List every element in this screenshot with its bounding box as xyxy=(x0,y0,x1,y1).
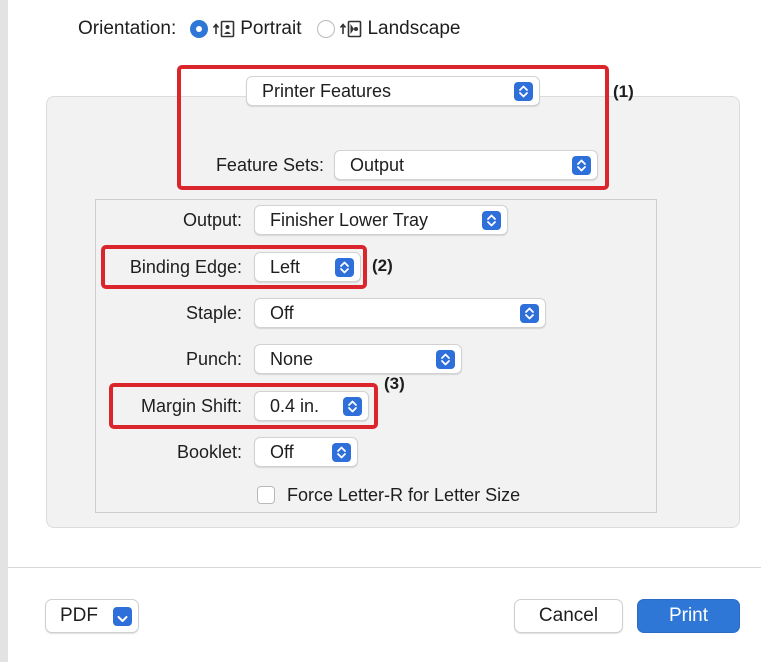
punch-popup[interactable]: None xyxy=(254,344,462,374)
pdf-menu-button[interactable]: PDF xyxy=(45,599,139,633)
portrait-radio[interactable] xyxy=(190,20,209,38)
updown-chevron-icon xyxy=(520,304,539,323)
booklet-popup[interactable]: Off xyxy=(254,437,358,467)
booklet-label: Booklet: xyxy=(176,442,242,462)
highlight-box-1 xyxy=(177,65,609,190)
orientation-row: Orientation: Portrait Landscape xyxy=(78,14,460,44)
force-letter-label[interactable]: Force Letter-R for Letter Size xyxy=(287,482,520,508)
punch-value: None xyxy=(270,349,314,369)
force-letter-checkbox[interactable] xyxy=(257,486,275,504)
portrait-orientation-icon xyxy=(212,19,236,39)
footer-separator xyxy=(8,567,761,568)
landscape-label[interactable]: Landscape xyxy=(367,18,460,40)
annotation-3: (3) xyxy=(384,374,405,393)
window-left-edge xyxy=(0,0,8,662)
annotation-2: (2) xyxy=(372,256,393,275)
highlight-box-2 xyxy=(101,245,367,289)
output-popup[interactable]: Finisher Lower Tray xyxy=(254,205,508,235)
print-button[interactable]: Print xyxy=(637,599,740,633)
landscape-radio[interactable] xyxy=(317,20,336,38)
portrait-label[interactable]: Portrait xyxy=(240,18,301,40)
landscape-orientation-icon xyxy=(339,19,363,39)
pdf-label: PDF xyxy=(60,605,98,626)
output-value: Finisher Lower Tray xyxy=(270,210,429,230)
booklet-value: Off xyxy=(270,442,294,462)
output-label: Output: xyxy=(182,210,242,230)
staple-label: Staple: xyxy=(185,303,242,323)
chevron-down-icon xyxy=(113,607,132,626)
cancel-button[interactable]: Cancel xyxy=(514,599,623,633)
updown-chevron-icon xyxy=(332,443,351,462)
orientation-label: Orientation: xyxy=(78,18,177,39)
punch-label: Punch: xyxy=(185,349,242,369)
staple-value: Off xyxy=(270,303,294,323)
updown-chevron-icon xyxy=(482,211,501,230)
annotation-1: (1) xyxy=(613,82,634,101)
staple-popup[interactable]: Off xyxy=(254,298,546,328)
updown-chevron-icon xyxy=(436,350,455,369)
highlight-box-3 xyxy=(109,383,378,429)
